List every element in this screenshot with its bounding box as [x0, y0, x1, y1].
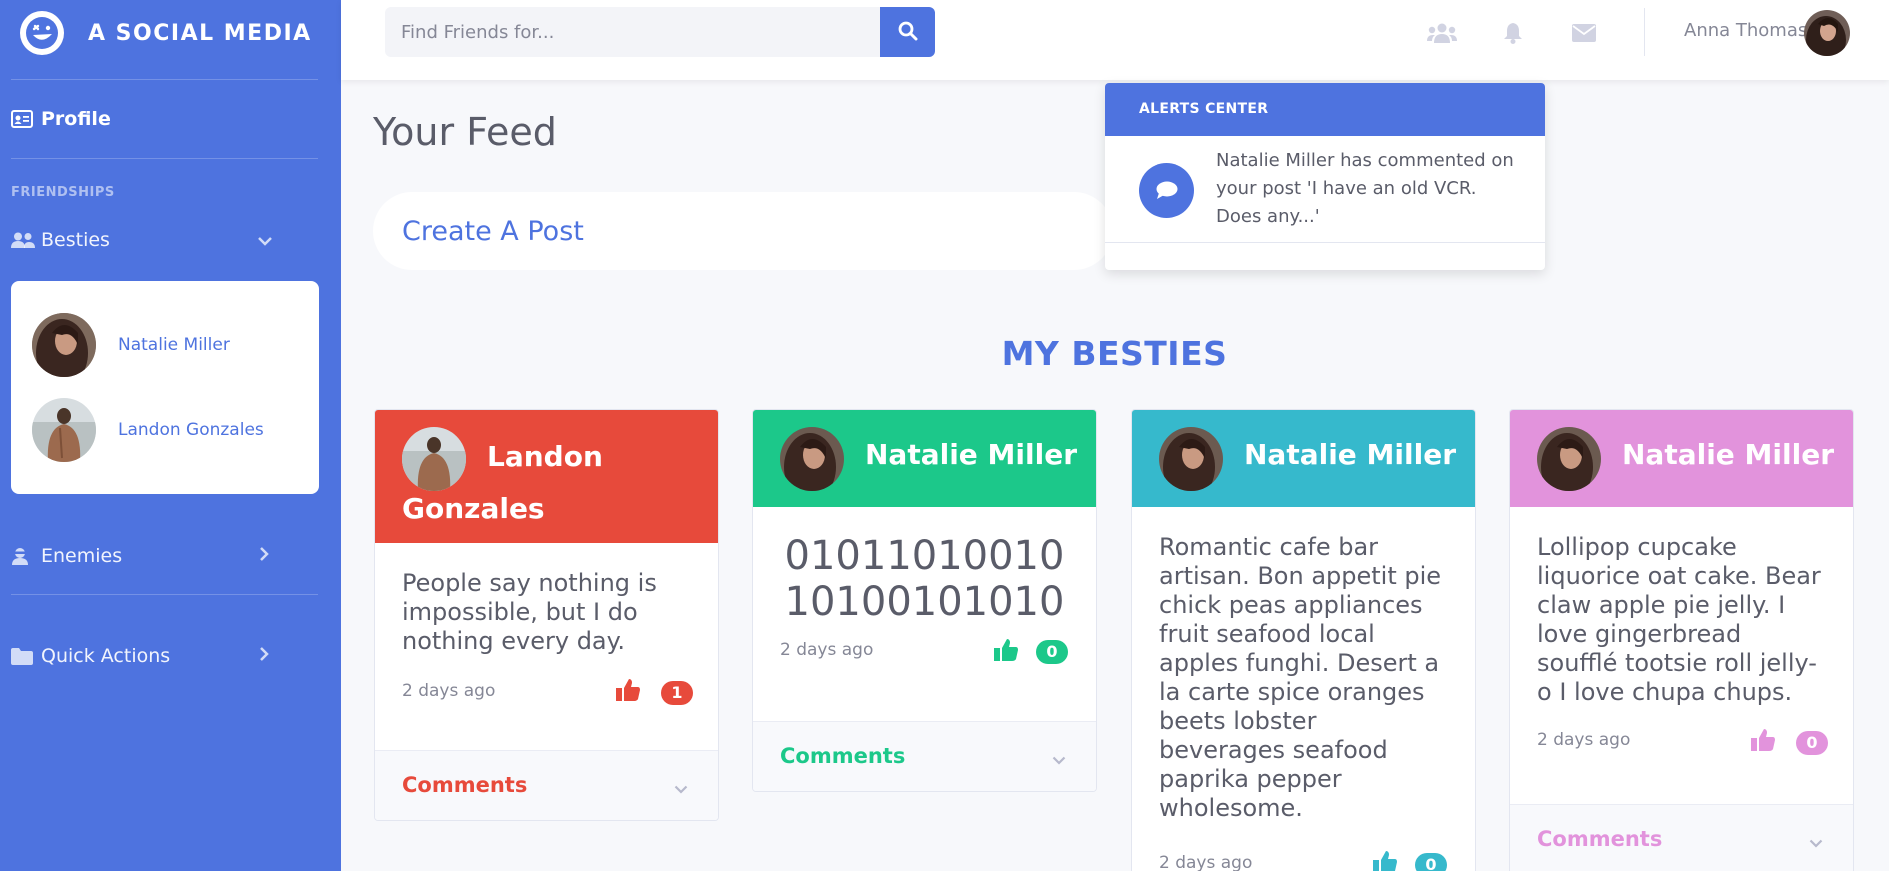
page-title: Your Feed	[373, 110, 557, 154]
user-friends-icon	[11, 232, 35, 248]
like-count-badge: 1	[661, 681, 693, 705]
user-name[interactable]: Anna Thomas	[1684, 20, 1807, 41]
card-header: Natalie Miller	[753, 410, 1096, 507]
post-text: People say nothing is impossible, but I …	[402, 569, 657, 655]
card-header: Natalie Miller	[1132, 410, 1475, 507]
sidebar-item-besties[interactable]: Besties	[11, 229, 318, 251]
search-input[interactable]	[385, 7, 880, 57]
alert-item[interactable]: Natalie Miller has commented on your pos…	[1105, 136, 1545, 227]
avatar	[1537, 427, 1601, 491]
like-count-badge: 0	[1796, 731, 1828, 755]
avatar	[780, 427, 844, 491]
alerts-heading: ALERTS CENTER	[1105, 83, 1545, 136]
topbar-divider	[1644, 8, 1645, 56]
card-header: Natalie Miller	[1510, 410, 1853, 507]
avatar	[1159, 427, 1223, 491]
like-count-badge: 0	[1415, 853, 1447, 871]
sidebar-item-label: Besties	[41, 229, 110, 251]
post-text: 0101101001010100101010	[784, 533, 1065, 625]
post-text: Lollipop cupcake liquorice oat cake. Bea…	[1537, 533, 1821, 706]
topbar: Anna Thomas	[341, 0, 1889, 80]
section-heading: MY BESTIES	[1001, 334, 1228, 373]
sidebar-divider	[11, 79, 318, 80]
chevron-right-icon	[259, 545, 269, 567]
card-author: Natalie Miller	[865, 438, 1077, 471]
avatar	[32, 398, 96, 462]
comments-toggle[interactable]: Comments	[1510, 804, 1853, 871]
bestie-name: Landon Gonzales	[118, 420, 264, 440]
users-icon[interactable]	[1426, 20, 1458, 46]
user-ninja-icon	[11, 547, 35, 565]
card-author: Natalie Miller	[1622, 438, 1834, 471]
alerts-dropdown: ALERTS CENTER Natalie Miller has comment…	[1105, 83, 1545, 270]
bestie-card: Landon Gonzales People say nothing is im…	[374, 409, 719, 821]
sidebar-divider	[11, 594, 318, 595]
thumbs-up-icon[interactable]	[1750, 727, 1776, 753]
search-button[interactable]	[880, 7, 935, 57]
search-icon	[898, 21, 918, 44]
card-author: Natalie Miller	[1244, 438, 1456, 471]
sidebar-item-profile[interactable]: Profile	[11, 108, 318, 130]
sidebar-item-label: Quick Actions	[41, 645, 171, 667]
id-card-icon	[11, 110, 35, 128]
post-meta: 2 days ago 0	[1510, 707, 1853, 767]
post-time: 2 days ago	[780, 640, 874, 660]
sidebar-item-enemies[interactable]: Enemies	[11, 545, 318, 567]
post-meta: 2 days ago 0	[753, 625, 1096, 685]
search-bar	[385, 7, 935, 57]
list-item[interactable]: Landon Gonzales	[32, 398, 264, 462]
chevron-down-icon	[1052, 750, 1066, 769]
envelope-icon[interactable]	[1568, 20, 1600, 46]
bestie-card: Natalie Miller Lollipop cupcake liquoric…	[1509, 409, 1854, 871]
post-time: 2 days ago	[1537, 730, 1631, 750]
chevron-down-icon	[674, 779, 688, 798]
comments-label: Comments	[1537, 827, 1663, 851]
thumbs-up-icon[interactable]	[993, 637, 1019, 663]
comments-label: Comments	[780, 744, 906, 768]
friendships-heading: FRIENDSHIPS	[11, 185, 115, 200]
sidebar-divider	[11, 158, 318, 159]
brand-name: A SOCIAL MEDIA	[88, 20, 312, 46]
chevron-down-icon	[1809, 833, 1823, 852]
create-post-button[interactable]: Create A Post	[373, 192, 1113, 270]
avatar[interactable]	[1804, 10, 1850, 56]
alerts-divider	[1105, 242, 1545, 243]
bestie-card: Natalie Miller 0101101001010100101010 2 …	[752, 409, 1097, 792]
besties-list: Natalie Miller Landon Gonzales	[11, 281, 319, 494]
sidebar: A SOCIAL MEDIA Profile FRIENDSHIPS Besti…	[0, 0, 341, 871]
comments-label: Comments	[402, 773, 528, 797]
folder-icon	[11, 647, 35, 665]
chevron-right-icon	[259, 645, 269, 667]
post-text: Romantic cafe bar artisan. Bon appetit p…	[1159, 533, 1442, 822]
brand[interactable]: A SOCIAL MEDIA	[20, 8, 312, 58]
comments-toggle[interactable]: Comments	[753, 721, 1096, 791]
post-meta: 2 days ago 0	[1132, 823, 1475, 871]
bestie-card: Natalie Miller Romantic cafe bar artisan…	[1131, 409, 1476, 871]
chevron-down-icon	[257, 229, 273, 251]
alert-text: Natalie Miller has commented on your pos…	[1216, 150, 1514, 227]
post-meta: 2 days ago 1	[375, 656, 718, 716]
post-time: 2 days ago	[1159, 853, 1253, 871]
post-time: 2 days ago	[402, 681, 496, 701]
laughing-face-icon	[20, 11, 64, 55]
bell-icon[interactable]	[1497, 20, 1529, 46]
thumbs-up-icon[interactable]	[1372, 849, 1398, 871]
sidebar-item-label: Enemies	[41, 545, 123, 567]
thumbs-up-icon[interactable]	[615, 677, 641, 703]
card-author: Landon Gonzales	[402, 440, 603, 525]
sidebar-item-label: Profile	[41, 108, 111, 130]
like-count-badge: 0	[1036, 640, 1068, 664]
comment-icon	[1139, 163, 1194, 218]
sidebar-item-quick-actions[interactable]: Quick Actions	[11, 645, 318, 667]
comments-toggle[interactable]: Comments	[375, 750, 718, 820]
card-header: Landon Gonzales	[375, 410, 718, 543]
